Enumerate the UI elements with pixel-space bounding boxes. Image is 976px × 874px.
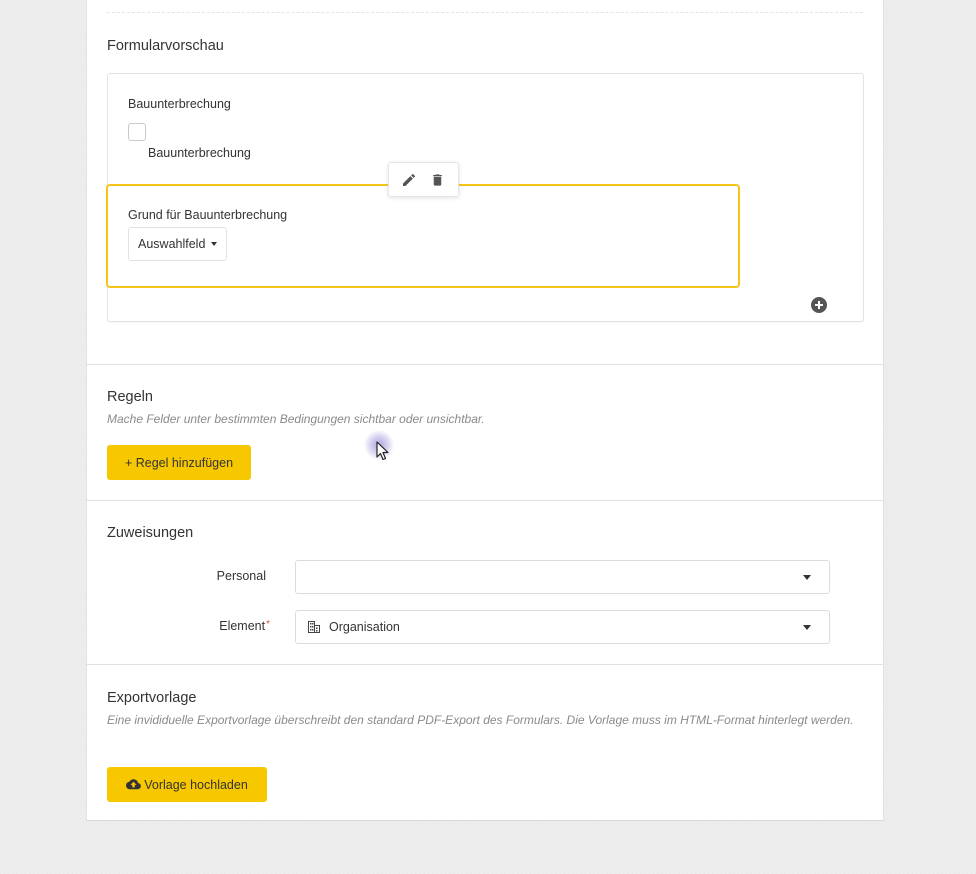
personal-select[interactable] <box>295 560 830 594</box>
rules-subtitle: Mache Felder unter bestimmten Bedingunge… <box>107 412 485 426</box>
checkbox-option-label: Bauunterbrechung <box>148 146 251 160</box>
trash-icon[interactable] <box>427 169 449 191</box>
form-editor-card: Formularvorschau Bauunterbrechung Bauunt… <box>86 0 884 821</box>
required-marker: * <box>266 619 270 630</box>
section-divider <box>87 364 883 365</box>
caret-down-icon <box>803 625 811 630</box>
element-select-value: Organisation <box>329 620 400 634</box>
upload-button-label: Vorlage hochladen <box>144 777 248 792</box>
caret-down-icon <box>803 575 811 580</box>
export-subtitle: Eine invididuelle Exportvorlage überschr… <box>107 713 854 727</box>
element-select[interactable]: Organisation <box>295 610 830 644</box>
element-label-text: Element <box>219 619 266 633</box>
assignments-title: Zuweisungen <box>107 525 194 541</box>
export-title: Exportvorlage <box>107 690 197 706</box>
checkbox-field-label: Bauunterbrechung <box>128 97 231 111</box>
preview-title: Formularvorschau <box>107 38 224 54</box>
add-rule-button[interactable]: + Regel hinzufügen <box>107 445 251 480</box>
field-toolbar <box>388 162 459 197</box>
caret-down-icon <box>211 242 218 246</box>
element-label: Element* <box>187 619 270 633</box>
select-field-label: Grund für Bauunterbrechung <box>128 208 288 222</box>
top-divider <box>107 12 863 13</box>
dropdown-label: Auswahlfeld <box>138 237 206 251</box>
personal-label: Personal <box>216 569 266 583</box>
plus-circle-icon[interactable] <box>811 297 827 313</box>
pencil-icon[interactable] <box>398 169 420 191</box>
cloud-upload-icon <box>126 779 142 790</box>
section-divider <box>87 500 883 501</box>
building-icon <box>308 621 320 633</box>
auswahlfeld-dropdown[interactable]: Auswahlfeld <box>128 227 228 261</box>
upload-template-button[interactable]: Vorlage hochladen <box>107 767 267 802</box>
rules-title: Regeln <box>107 389 153 405</box>
bauunterbrechung-checkbox[interactable] <box>128 123 146 141</box>
mouse-cursor-icon <box>364 424 394 464</box>
section-divider <box>87 664 883 665</box>
